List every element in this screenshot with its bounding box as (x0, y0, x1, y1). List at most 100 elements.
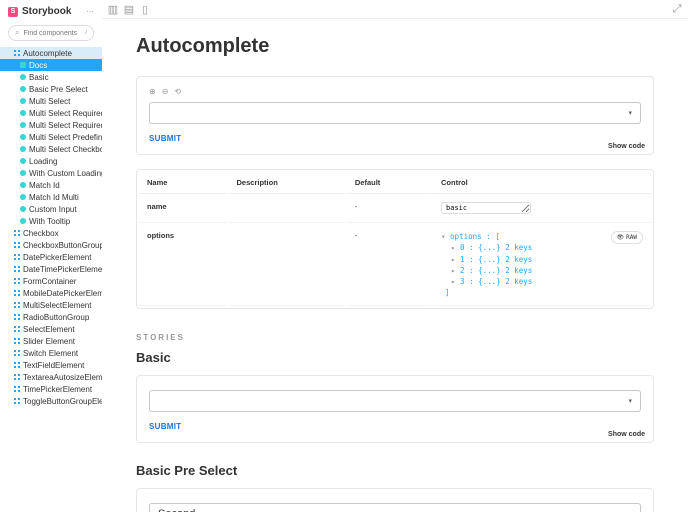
story-icon (20, 74, 26, 80)
tree-component-item[interactable]: RadioButtonGroup (0, 311, 102, 323)
search-input[interactable] (23, 30, 81, 37)
stories-section-label: STORIES (136, 333, 654, 342)
story-icon (20, 98, 26, 104)
tree-story-item[interactable]: With Custom Loading (0, 167, 102, 179)
tree-component-item[interactable]: CheckboxButtonGroup (0, 239, 102, 251)
zoom-reset-icon[interactable]: ⟲ (174, 87, 181, 96)
docs-content: Autocomplete ⊕ ⊖ ⟲ ▾ SUBMIT Show code (102, 19, 688, 512)
component-tree: Autocomplete DocsBasicBasic Pre SelectMu… (0, 43, 102, 512)
args-table: Name Description Default Control name-op… (136, 169, 654, 309)
story-icon (20, 122, 26, 128)
app-title: Storybook (22, 6, 71, 17)
component-icon (14, 230, 20, 236)
arg-control: 👁RAW▾ options : [▸ 0 : {...} 2 keys▸ 1 :… (433, 225, 651, 306)
component-icon (14, 350, 20, 356)
tree-story-item[interactable]: Match Id (0, 179, 102, 191)
tree-story-item[interactable]: Docs (0, 59, 102, 71)
story-icon (20, 158, 26, 164)
autocomplete-value: Second (158, 508, 195, 512)
arg-name: options (139, 225, 227, 306)
sidebar: S Storybook ⋯ ⌕ / Autocomplete DocsBasic… (0, 0, 102, 512)
component-icon (14, 374, 20, 380)
show-code-button[interactable]: Show code (608, 431, 645, 438)
arg-default: - (347, 196, 431, 223)
args-header-default: Default (347, 172, 431, 194)
tree-component-item[interactable]: TextareaAutosizeElement (0, 371, 102, 383)
tree-story-item[interactable]: Basic (0, 71, 102, 83)
zoom-out-icon[interactable]: ⊖ (162, 87, 169, 96)
tree-story-item[interactable]: Multi Select (0, 95, 102, 107)
tree-story-item[interactable]: Basic Pre Select (0, 83, 102, 95)
basic-story-card: ▾ SUBMIT Show code (136, 375, 654, 443)
tree-component-item[interactable]: DateTimePickerElement (0, 263, 102, 275)
tree-component-item[interactable]: Switch Element (0, 347, 102, 359)
tree-story-item[interactable]: With Tooltip (0, 215, 102, 227)
tree-component-item[interactable]: Checkbox (0, 227, 102, 239)
tree-story-item[interactable]: Match Id Multi (0, 191, 102, 203)
page-title: Autocomplete (136, 35, 654, 58)
docs-icon (20, 62, 26, 68)
story-icon (20, 206, 26, 212)
args-header-control: Control (433, 172, 651, 194)
panel-toggle-icon[interactable]: ▯ (140, 4, 150, 14)
autocomplete-field[interactable]: ▾ (149, 102, 641, 124)
tree-component-item[interactable]: SelectElement (0, 323, 102, 335)
component-icon (14, 290, 20, 296)
component-icon (14, 314, 20, 320)
tree-story-item[interactable]: Multi Select Required Custom (0, 119, 102, 131)
tree-component-item[interactable]: DatePickerElement (0, 251, 102, 263)
story-icon (20, 110, 26, 116)
component-icon (14, 362, 20, 368)
submit-button[interactable]: SUBMIT (149, 422, 181, 431)
tree-story-item[interactable]: Multi Select Predefined (0, 131, 102, 143)
options-control[interactable]: 👁RAW▾ options : [▸ 0 : {...} 2 keys▸ 1 :… (441, 231, 643, 299)
autocomplete-field-basic[interactable]: ▾ (149, 390, 641, 412)
arg-default: - (347, 225, 431, 306)
storybook-logo-icon: S (8, 7, 18, 17)
preselect-story-card: Second ▾ (136, 488, 654, 512)
zoom-in-icon[interactable]: ⊕ (149, 87, 156, 96)
tree-component-item[interactable]: FormContainer (0, 275, 102, 287)
tree-component-item[interactable]: MobileDatePickerElement (0, 287, 102, 299)
component-icon (14, 302, 20, 308)
eye-icon: 👁 (617, 233, 625, 242)
tree-component-item[interactable]: MultiSelectElement (0, 299, 102, 311)
search-icon: ⌕ (15, 28, 19, 38)
args-header-name: Name (139, 172, 227, 194)
story-icon (20, 86, 26, 92)
story-icon (20, 218, 26, 224)
addons-toggle-icon[interactable]: ▤ (124, 4, 134, 14)
tree-story-item[interactable]: Loading (0, 155, 102, 167)
component-icon (14, 338, 20, 344)
raw-toggle-button[interactable]: 👁RAW (611, 231, 643, 244)
autocomplete-field-preselect[interactable]: Second ▾ (149, 503, 641, 512)
tree-story-item[interactable]: Custom Input (0, 203, 102, 215)
sidebar-toggle-icon[interactable]: ▥ (108, 4, 118, 14)
tree-component-item[interactable]: ToggleButtonGroupElement (0, 395, 102, 407)
story-title-preselect: Basic Pre Select (136, 463, 654, 478)
component-icon (14, 398, 20, 404)
text-control-input[interactable] (441, 202, 531, 214)
tree-component-item[interactable]: Slider Element (0, 335, 102, 347)
chevron-down-icon: ▾ (628, 397, 632, 405)
tree-story-item[interactable]: Multi Select Checkbox (0, 143, 102, 155)
fullscreen-icon[interactable]: ⤢ (672, 4, 682, 14)
tree-story-item[interactable]: Multi Select Required (0, 107, 102, 119)
story-icon (20, 134, 26, 140)
tree-component-item[interactable]: TimePickerElement (0, 383, 102, 395)
story-icon (20, 146, 26, 152)
show-code-button[interactable]: Show code (608, 143, 645, 150)
submit-button[interactable]: SUBMIT (149, 134, 181, 143)
tree-item-autocomplete[interactable]: Autocomplete (0, 47, 102, 59)
primary-story-card: ⊕ ⊖ ⟲ ▾ SUBMIT Show code (136, 76, 654, 155)
story-icon (20, 182, 26, 188)
settings-icon[interactable]: ⋯ (86, 7, 94, 16)
args-row: name- (139, 196, 651, 223)
tree-component-item[interactable]: TextFieldElement (0, 359, 102, 371)
story-title-basic: Basic (136, 350, 654, 365)
story-icon (20, 170, 26, 176)
component-icon (14, 50, 20, 56)
arg-control (433, 196, 651, 223)
search-box[interactable]: ⌕ / (8, 25, 94, 41)
story-icon (20, 194, 26, 200)
